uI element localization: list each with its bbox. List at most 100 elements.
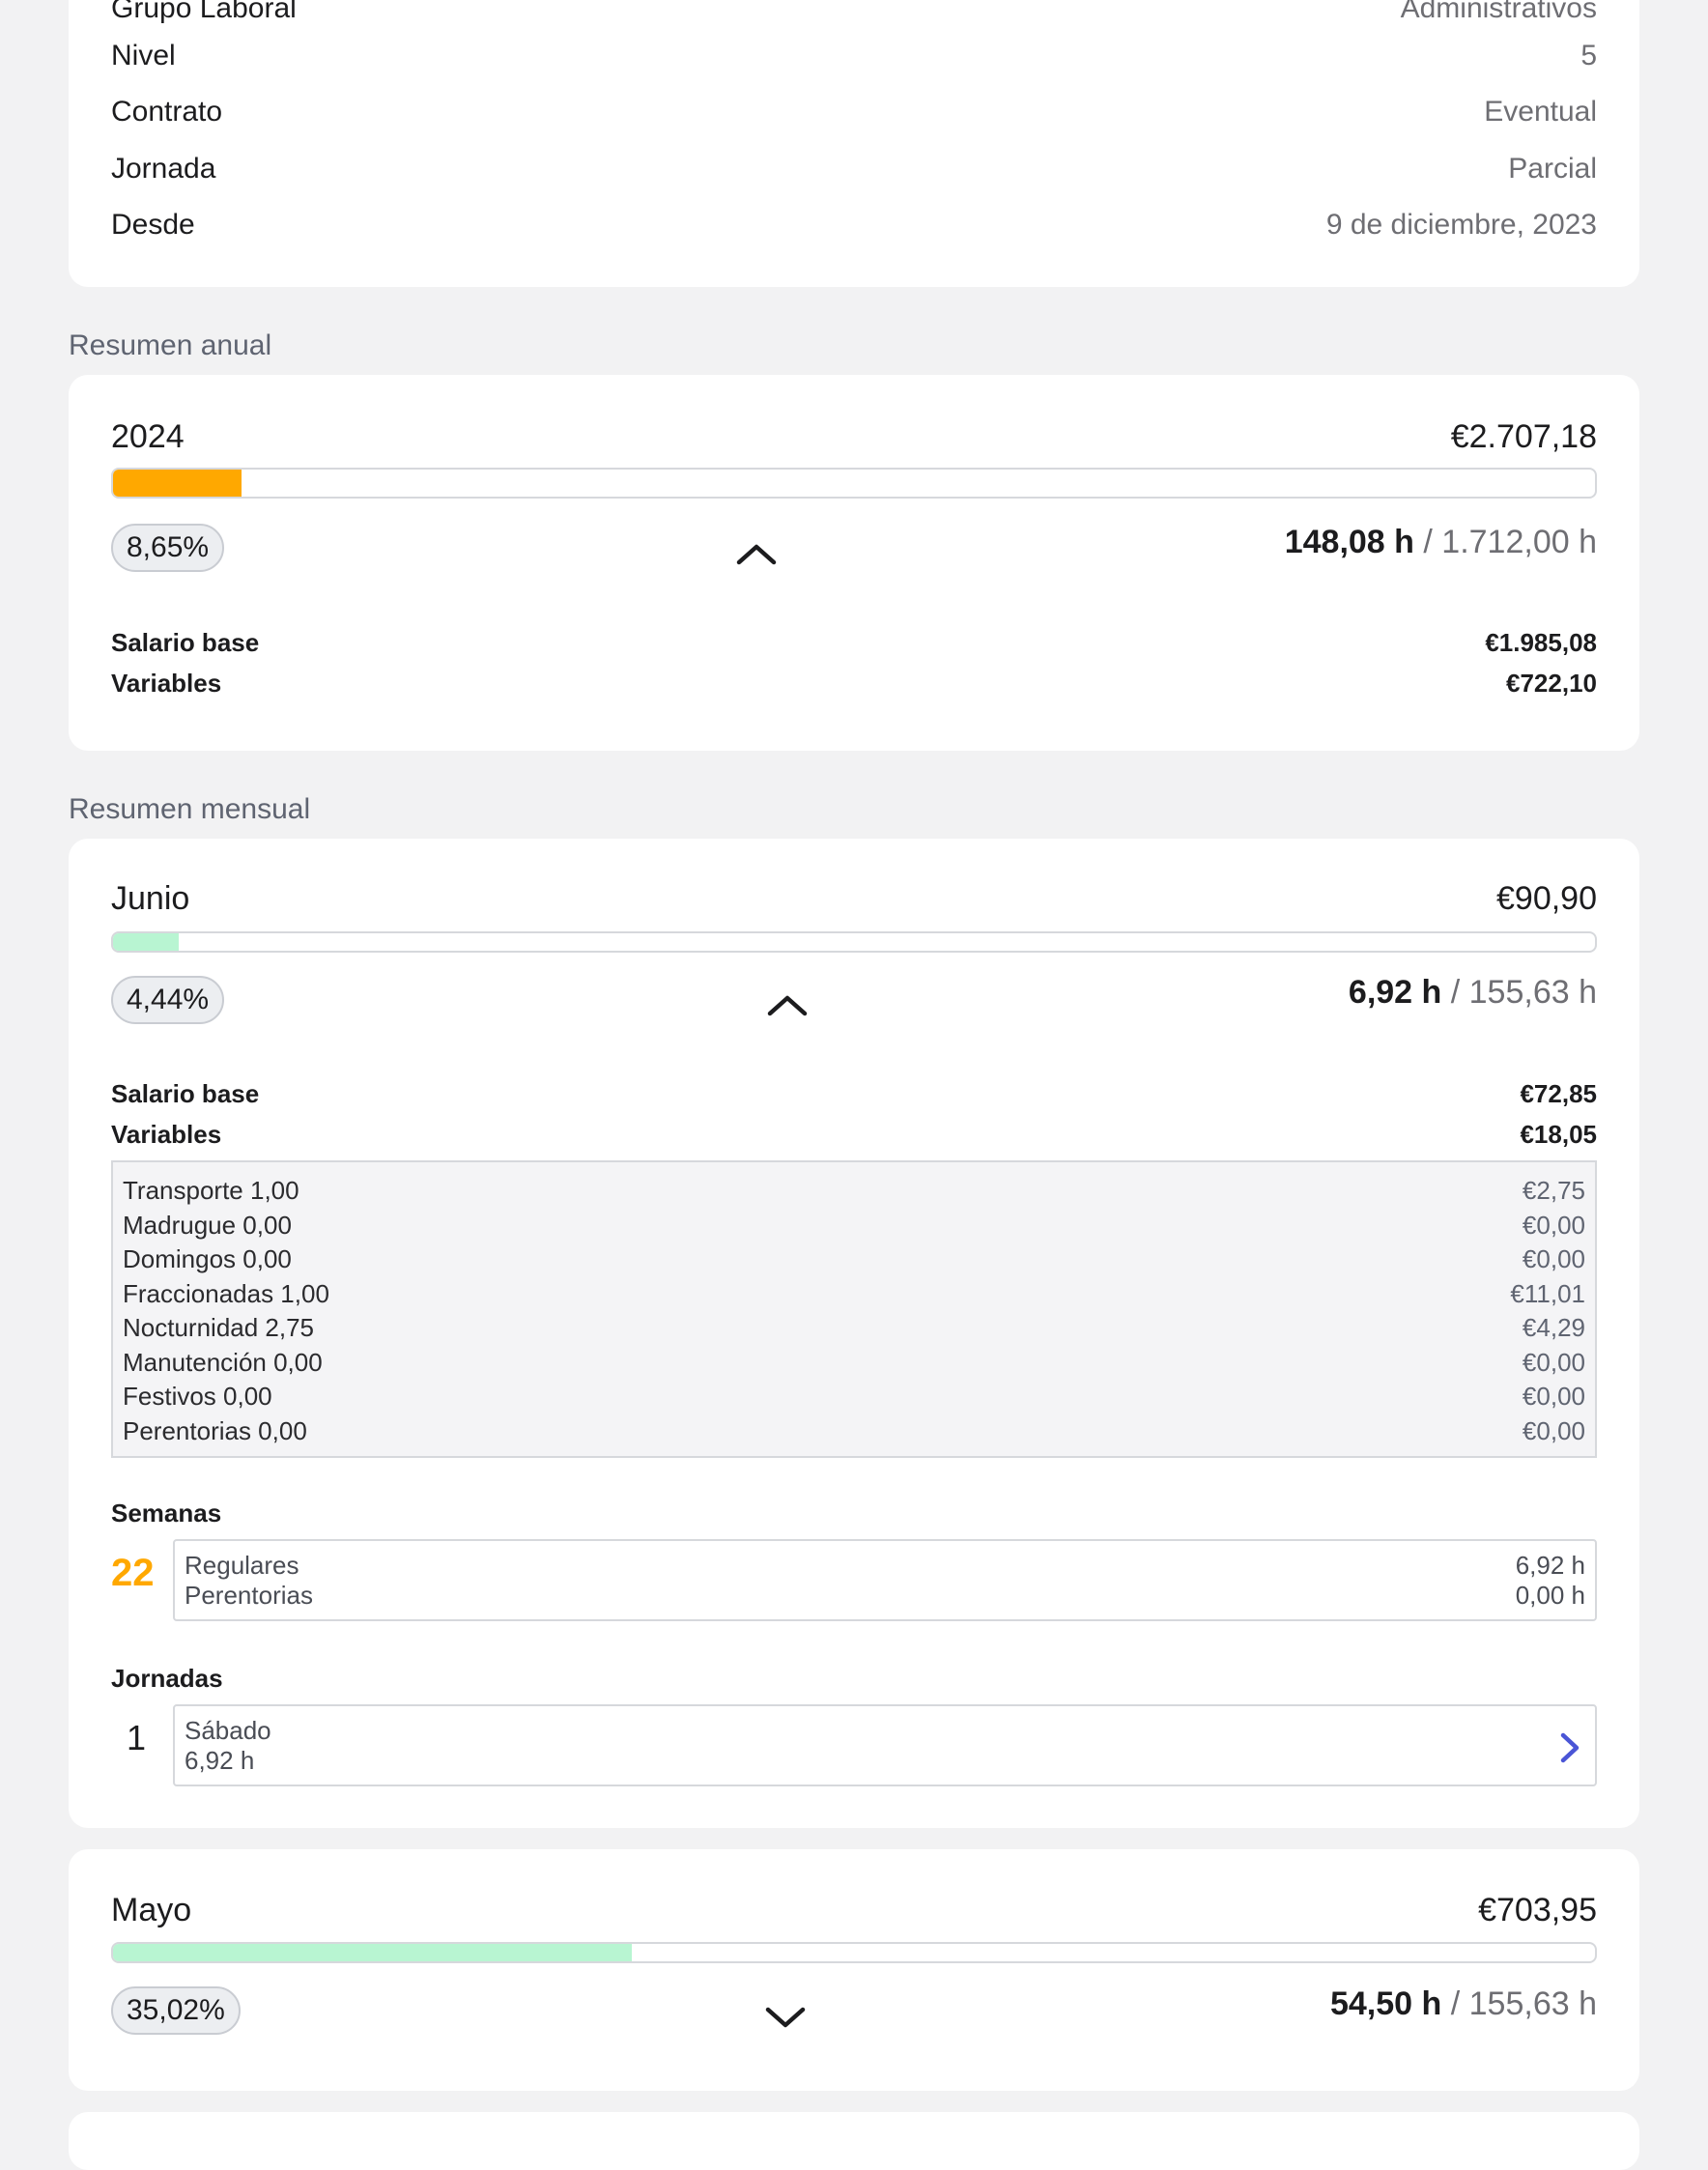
- week-regulares-label: Regulares: [185, 1551, 299, 1580]
- salario-base-label: Salario base: [111, 628, 260, 657]
- month-hours-total: / 155,63 h: [1450, 1985, 1597, 2022]
- variable-label: Nocturnidad 2,75: [123, 1313, 315, 1342]
- annual-hours-worked: 148,08 h: [1284, 524, 1414, 560]
- list-item: Festivos 0,00 €0,00: [123, 1380, 1585, 1414]
- info-value: Eventual: [1484, 96, 1597, 128]
- annual-year: 2024: [111, 418, 185, 455]
- chevron-right-icon[interactable]: [1558, 1731, 1581, 1764]
- variables-value: €18,05: [1520, 1120, 1597, 1149]
- variable-amount: €0,00: [1522, 1244, 1585, 1273]
- variables-value: €722,10: [1506, 669, 1597, 698]
- variable-label: Perentorias 0,00: [123, 1415, 307, 1445]
- section-label-annual: Resumen anual: [69, 329, 272, 361]
- variable-amount: €0,00: [1522, 1415, 1585, 1445]
- month-salario-base-row: Salario base €72,85: [111, 1079, 1597, 1109]
- list-item: Nocturnidad 2,75 €4,29: [123, 1311, 1585, 1346]
- variable-label: Madrugue 0,00: [123, 1210, 292, 1240]
- annual-salario-base-row: Salario base €1.985,08: [111, 628, 1597, 658]
- salario-base-value: €1.985,08: [1485, 628, 1597, 657]
- employee-info-card: Grupo Laboral Administrativos Nivel 5 Co…: [69, 0, 1639, 287]
- month-header: Junio €90,90: [111, 880, 1597, 918]
- week-detail-box: Regulares 6,92 h Perentorias 0,00 h: [173, 1539, 1597, 1621]
- month-card-mayo[interactable]: Mayo €703,95 35,02% 54,50 h / 155,63 h: [69, 1849, 1639, 2091]
- month-card-junio[interactable]: Junio €90,90 4,44% 6,92 h / 155,63 h Sal…: [69, 839, 1639, 1828]
- week-perentorias-label: Perentorias: [185, 1581, 313, 1610]
- month-progress-fill: [113, 1944, 633, 1961]
- list-item: Fraccionadas 1,00 €11,01: [123, 1277, 1585, 1312]
- chevron-down-icon[interactable]: [764, 2004, 807, 2033]
- month-hours: 54,50 h / 155,63 h: [1330, 1985, 1597, 2023]
- jornada-day: Sábado: [185, 1716, 1585, 1746]
- month-hours-worked: 54,50 h: [1329, 1985, 1442, 2022]
- annual-header: 2024 €2.707,18: [111, 418, 1597, 456]
- month-total: €703,95: [1478, 1892, 1597, 1928]
- month-hours: 6,92 h / 155,63 h: [1349, 974, 1597, 1012]
- variable-amount: €2,75: [1522, 1176, 1585, 1205]
- annual-progress-bar: [111, 468, 1597, 499]
- info-label: Contrato: [111, 96, 223, 128]
- month-name: Mayo: [111, 1892, 192, 1928]
- month-hours-worked: 6,92 h: [1348, 974, 1442, 1011]
- salario-base-label: Salario base: [111, 1079, 260, 1108]
- info-value: 9 de diciembre, 2023: [1325, 209, 1597, 241]
- salario-base-value: €72,85: [1520, 1079, 1597, 1108]
- semanas-heading: Semanas: [111, 1499, 222, 1528]
- variable-label: Domingos 0,00: [123, 1244, 292, 1273]
- list-item: Transporte 1,00 €2,75: [123, 1174, 1585, 1209]
- month-header: Mayo €703,95: [111, 1892, 1597, 1929]
- month-progress-bar: [111, 931, 1597, 953]
- month-percent-badge: 4,44%: [111, 976, 225, 1024]
- annual-percent-badge: 8,65%: [111, 524, 225, 572]
- info-row-jornada: Jornada Parcial: [111, 153, 1597, 186]
- variables-label: Variables: [111, 669, 222, 698]
- annual-total: €2.707,18: [1450, 418, 1597, 455]
- variable-label: Transporte 1,00: [123, 1176, 299, 1205]
- jornada-item[interactable]: Sábado 6,92 h: [173, 1704, 1597, 1786]
- list-item: Perentorias 0,00 €0,00: [123, 1414, 1585, 1449]
- list-item: Madrugue 0,00 €0,00: [123, 1209, 1585, 1243]
- annual-summary-card[interactable]: 2024 €2.707,18 8,65% 148,08 h / 1.712,00…: [69, 375, 1639, 751]
- jornada-number: 1: [127, 1718, 147, 1757]
- annual-variables-row: Variables €722,10: [111, 669, 1597, 699]
- info-row-nivel: Nivel 5: [111, 40, 1597, 72]
- jornada-hours-value: 6,92 h: [185, 1746, 255, 1775]
- info-value: Administrativos: [1400, 0, 1597, 24]
- month-variables-row: Variables €18,05: [111, 1120, 1597, 1150]
- variable-amount: €0,00: [1522, 1210, 1585, 1240]
- variables-breakdown: Transporte 1,00 €2,75 Madrugue 0,00 €0,00 …: [111, 1160, 1597, 1458]
- variable-label: Manutención 0,00: [123, 1347, 323, 1377]
- variable-label: Fraccionadas 1,00: [123, 1278, 329, 1308]
- chevron-up-icon[interactable]: [766, 990, 809, 1019]
- info-label: Grupo Laboral: [111, 0, 297, 24]
- variables-label: Variables: [111, 1120, 222, 1149]
- chevron-up-icon[interactable]: [735, 539, 778, 568]
- month-progress-fill: [113, 933, 180, 951]
- jornadas-heading: Jornadas: [111, 1664, 223, 1693]
- list-item: Regulares 6,92 h: [185, 1551, 1585, 1581]
- month-card-next[interactable]: [69, 2112, 1639, 2170]
- month-percent-badge: 35,02%: [111, 1986, 241, 2035]
- variable-label: Festivos 0,00: [123, 1382, 272, 1411]
- info-label: Nivel: [111, 40, 176, 71]
- month-hours-total: / 155,63 h: [1450, 974, 1597, 1011]
- jornada-day-label: Sábado: [185, 1716, 271, 1745]
- annual-progress-fill: [113, 470, 242, 497]
- info-label: Desde: [111, 209, 195, 241]
- info-label: Jornada: [111, 153, 216, 185]
- variable-amount: €0,00: [1522, 1382, 1585, 1411]
- info-row-contrato: Contrato Eventual: [111, 96, 1597, 128]
- variable-amount: €4,29: [1522, 1313, 1585, 1342]
- month-name: Junio: [111, 880, 190, 917]
- jornada-hours: 6,92 h: [185, 1746, 1585, 1776]
- info-value: 5: [1580, 40, 1597, 71]
- annual-hours-total: / 1.712,00 h: [1423, 524, 1597, 560]
- annual-hours: 148,08 h / 1.712,00 h: [1285, 524, 1597, 561]
- info-value: Parcial: [1508, 153, 1597, 185]
- list-item: Manutención 0,00 €0,00: [123, 1346, 1585, 1381]
- month-progress-bar: [111, 1942, 1597, 1963]
- week-number: 22: [111, 1552, 155, 1594]
- list-item: Domingos 0,00 €0,00: [123, 1242, 1585, 1277]
- week-perentorias-value: 0,00 h: [1515, 1581, 1585, 1610]
- section-label-monthly: Resumen mensual: [69, 793, 311, 825]
- info-row-desde: Desde 9 de diciembre, 2023: [111, 209, 1597, 242]
